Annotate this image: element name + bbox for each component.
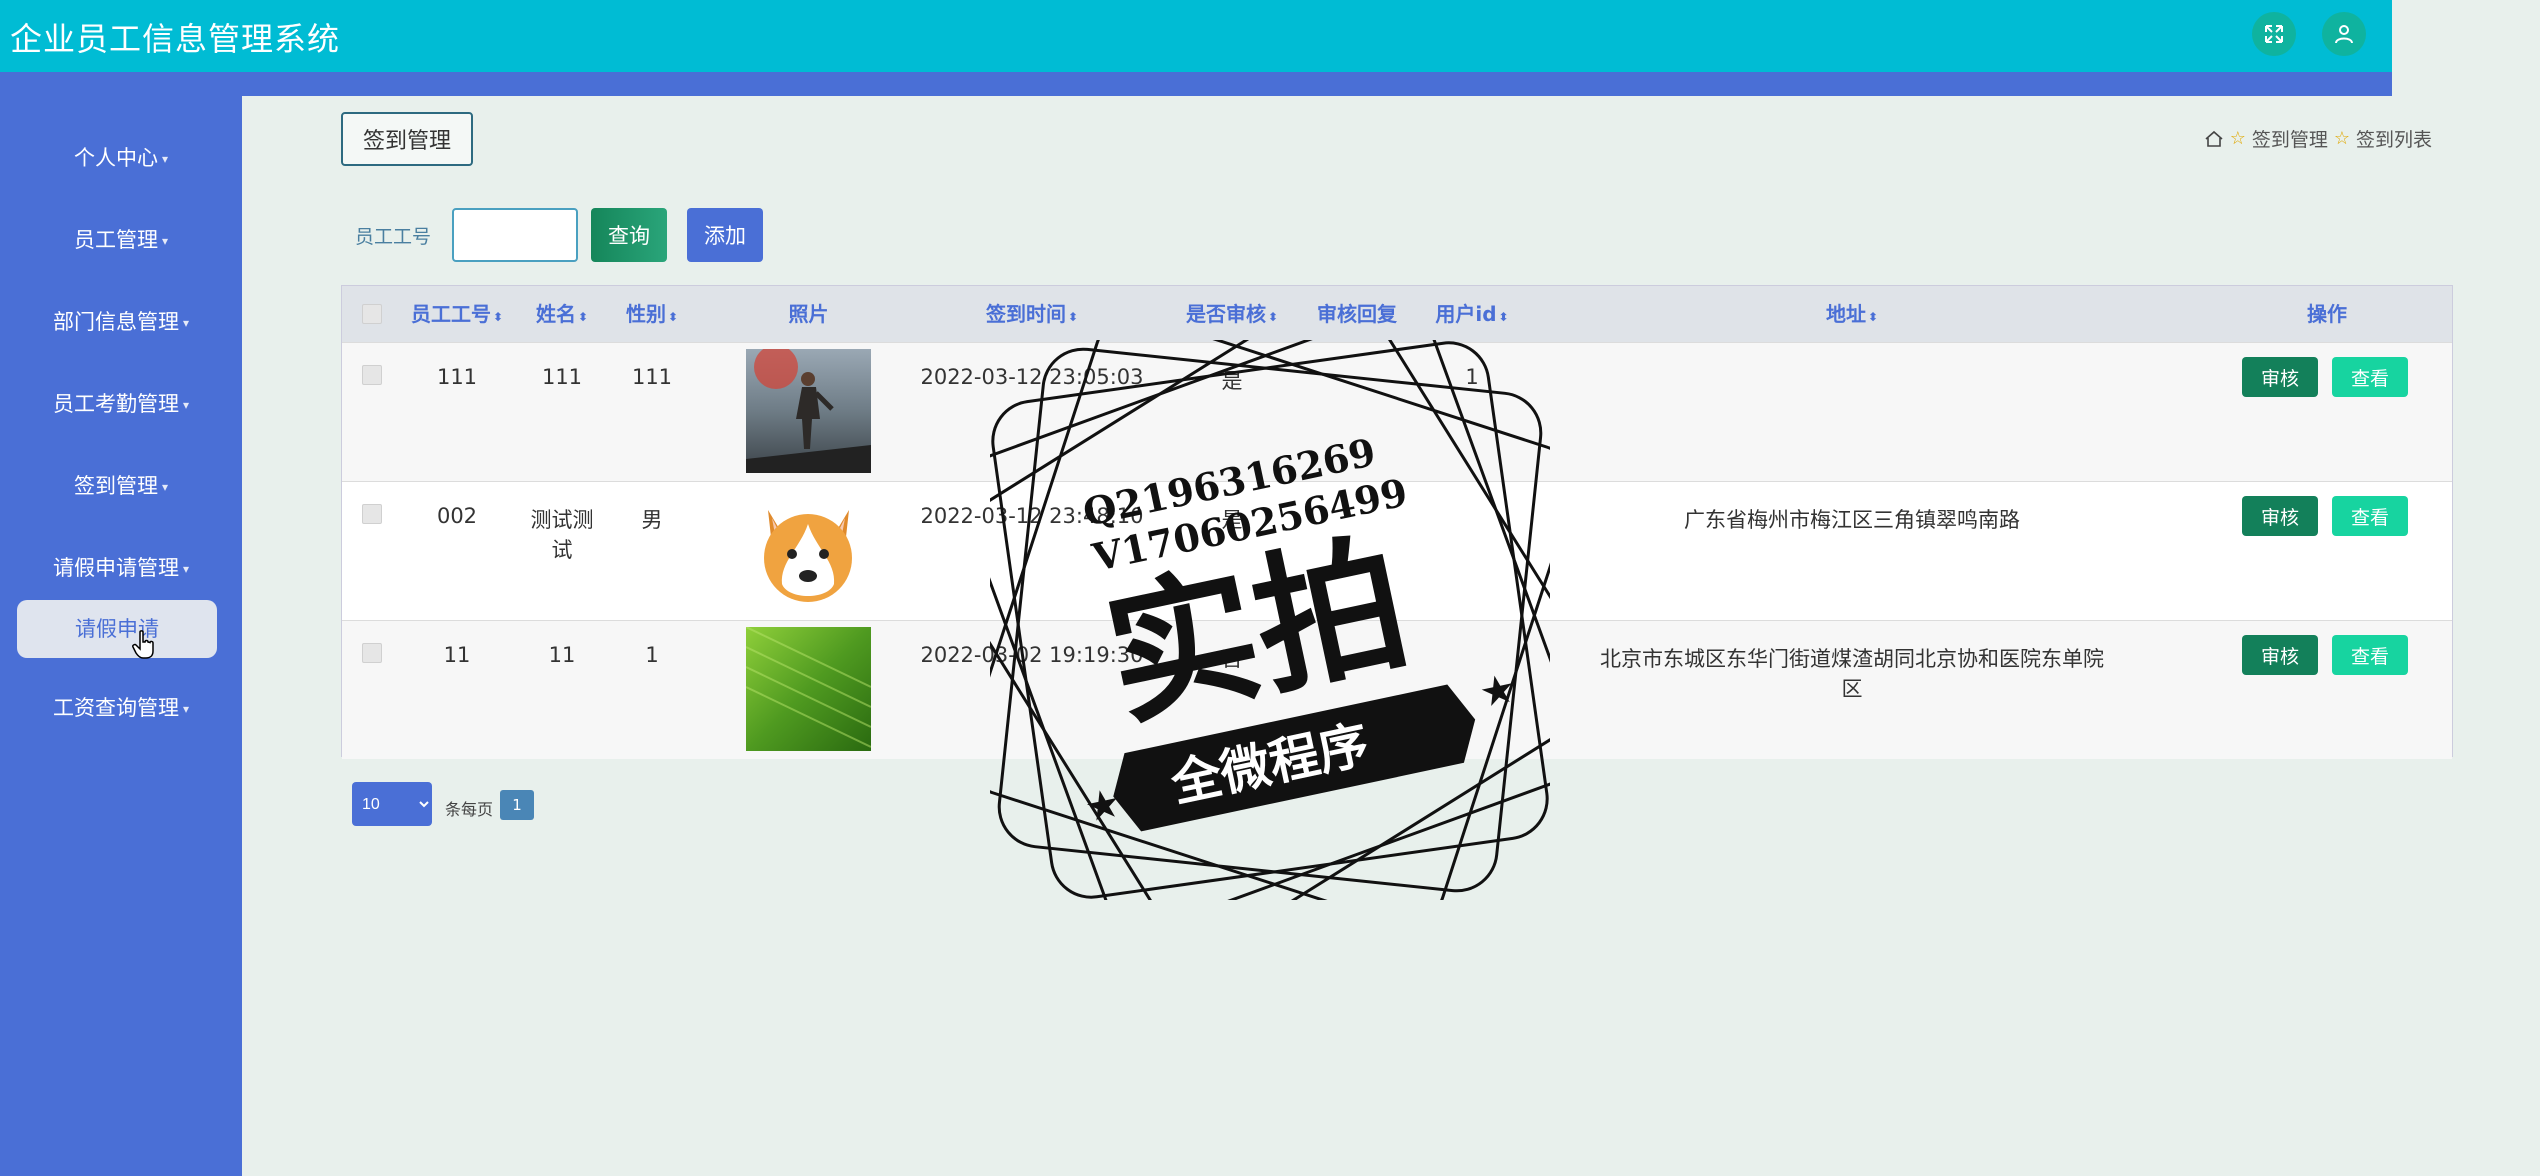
sidebar-item-label: 签到管理 (73, 474, 158, 498)
audit-button[interactable]: 审核 (2242, 496, 2318, 536)
sort-icon: ⬍ (1867, 310, 1879, 324)
view-button[interactable]: 查看 (2332, 357, 2408, 397)
cell-name: 111 (541, 365, 583, 389)
cell-signin-time: 2022-03-02 19:19:30 (920, 643, 1144, 667)
column-header-actions: 操作 (2307, 302, 2347, 326)
cell-address: 北京市东城区东华门街道煤渣胡同北京协和医院东单院区 (1600, 647, 2104, 701)
cell-employee-id: 002 (436, 504, 478, 528)
row-checkbox[interactable] (362, 365, 382, 385)
chevron-down-icon: ▾ (182, 316, 190, 330)
breadcrumb-item[interactable]: 签到管理 (2252, 125, 2328, 152)
star-icon: ☆ (2229, 128, 2246, 149)
fullscreen-icon (2265, 25, 2283, 43)
chevron-down-icon: ▾ (182, 562, 190, 576)
cell-gender: 111 (631, 365, 673, 389)
hand-cursor-icon (132, 630, 154, 659)
sidebar-item-personal-center[interactable]: 个人中心 ▾ (0, 142, 242, 172)
row-checkbox[interactable] (362, 643, 382, 663)
sidebar-subitem-leave-apply[interactable]: 请假申请 (17, 600, 217, 658)
header-strip (0, 72, 2392, 96)
sort-icon: ⬍ (1067, 310, 1079, 324)
add-button[interactable]: 添加 (687, 208, 763, 262)
column-header-audited[interactable]: 是否审核 ⬍ (1172, 286, 1292, 342)
view-button[interactable]: 查看 (2332, 635, 2408, 675)
green-leaf-photo[interactable] (746, 627, 871, 751)
column-header-name[interactable]: 姓名 ⬍ (522, 286, 602, 342)
user-button[interactable] (2322, 12, 2366, 56)
row-checkbox[interactable] (362, 504, 382, 524)
cell-user-id: 1 (1465, 365, 1479, 389)
sort-icon: ⬍ (667, 310, 679, 324)
sidebar-item-leave[interactable]: 请假申请管理 ▾ (0, 552, 242, 582)
sidebar-item-label: 请假申请管理 (52, 556, 179, 580)
page-size-select[interactable]: 10 (352, 782, 432, 826)
app-title: 企业员工信息管理系统 (10, 20, 341, 58)
sidebar-item-employee[interactable]: 员工管理 ▾ (0, 224, 242, 254)
sidebar-item-label: 工资查询管理 (52, 696, 179, 720)
sort-icon: ⬍ (1267, 310, 1279, 324)
chevron-down-icon: ▾ (161, 234, 169, 248)
sort-icon: ⬍ (1498, 310, 1509, 324)
table-row: 11 11 1 2022-03-02 19:19:30 否 北京市东城区东华门街… (342, 620, 2452, 759)
cell-employee-id: 11 (443, 643, 471, 667)
per-page-label: 条每页 (445, 800, 494, 819)
select-all-checkbox[interactable] (362, 304, 382, 324)
cell-signin-time: 2022-03-12 23:48:10 (920, 504, 1144, 528)
table-header: 员工工号 ⬍ 姓名 ⬍ 性别 ⬍ 照片 签到时间 ⬍ 是否审核 ⬍ 审核回复 用户id ⬍ … (342, 286, 2452, 342)
audit-button[interactable]: 审核 (2242, 635, 2318, 675)
cell-audited: 否 (1221, 647, 1243, 671)
table-row: 111 111 111 2022-03-12 23:05:03 是 1 审核 查… (342, 342, 2452, 481)
page-number-button[interactable]: 1 (500, 790, 534, 820)
sort-icon: ⬍ (577, 310, 589, 324)
sidebar-item-salary[interactable]: 工资查询管理 ▾ (0, 692, 242, 722)
audit-button[interactable]: 审核 (2242, 357, 2318, 397)
star-icon: ☆ (2333, 128, 2350, 149)
column-header-photo: 照片 (788, 302, 829, 326)
sidebar-item-label: 个人中心 (73, 146, 158, 170)
cell-audited: 是 (1221, 369, 1243, 393)
home-icon[interactable] (2204, 129, 2224, 149)
chevron-down-icon: ▾ (161, 152, 169, 166)
action-figure-photo[interactable] (746, 349, 871, 473)
sidebar-item-department[interactable]: 部门信息管理 ▾ (0, 306, 242, 336)
page-title: 签到管理 (341, 112, 473, 166)
column-header-gender[interactable]: 性别 ⬍ (612, 286, 692, 342)
query-button[interactable]: 查询 (591, 208, 667, 262)
sidebar-item-label: 部门信息管理 (52, 310, 179, 334)
search-label: 员工工号 (355, 226, 432, 248)
cell-signin-time: 2022-03-12 23:05:03 (920, 365, 1144, 389)
corgi-emoji-photo[interactable] (746, 488, 871, 612)
sidebar-item-label: 员工管理 (73, 228, 158, 252)
cell-gender: 男 (641, 508, 663, 532)
view-button[interactable]: 查看 (2332, 496, 2408, 536)
sidebar-item-signin[interactable]: 签到管理 ▾ (0, 470, 242, 500)
top-header: 企业员工信息管理系统 (0, 0, 2392, 72)
cell-employee-id: 111 (436, 365, 478, 389)
column-header-employee-id[interactable]: 员工工号 ⬍ (402, 286, 512, 342)
column-header-address[interactable]: 地址 ⬍ (1592, 286, 2112, 342)
employee-id-input[interactable] (452, 208, 578, 262)
breadcrumb: ☆ 签到管理 ☆ 签到列表 (2204, 125, 2432, 152)
cell-address: 广东省梅州市梅江区三角镇翠鸣南路 (1684, 508, 2020, 532)
breadcrumb-item[interactable]: 签到列表 (2356, 125, 2432, 152)
cell-name: 测试测试 (530, 508, 594, 562)
column-header-user-id[interactable]: 用户id ⬍ (1422, 286, 1522, 342)
sidebar: 个人中心 ▾ 员工管理 ▾ 部门信息管理 ▾ 员工考勤管理 ▾ 签到管理 ▾ 请假申请管理… (0, 96, 242, 1176)
fullscreen-button[interactable] (2252, 12, 2296, 56)
table-row: 002 测试测试 男 2022-03-12 23:48:10 是 广东省梅州市梅… (342, 481, 2452, 620)
chevron-down-icon: ▾ (182, 398, 190, 412)
cell-name: 11 (548, 643, 576, 667)
column-header-reply: 审核回复 (1317, 302, 1397, 326)
chevron-down-icon: ▾ (161, 480, 169, 494)
column-header-signin-time[interactable]: 签到时间 ⬍ (912, 286, 1152, 342)
signin-table: 员工工号 ⬍ 姓名 ⬍ 性别 ⬍ 照片 签到时间 ⬍ 是否审核 ⬍ 审核回复 用户id ⬍ … (341, 285, 2453, 759)
sidebar-item-label: 员工考勤管理 (52, 392, 179, 416)
user-icon (2335, 25, 2353, 44)
cell-gender: 1 (645, 643, 659, 667)
chevron-down-icon: ▾ (182, 702, 190, 716)
sidebar-item-attendance[interactable]: 员工考勤管理 ▾ (0, 388, 242, 418)
cell-audited: 是 (1221, 508, 1243, 532)
sort-icon: ⬍ (492, 310, 504, 324)
